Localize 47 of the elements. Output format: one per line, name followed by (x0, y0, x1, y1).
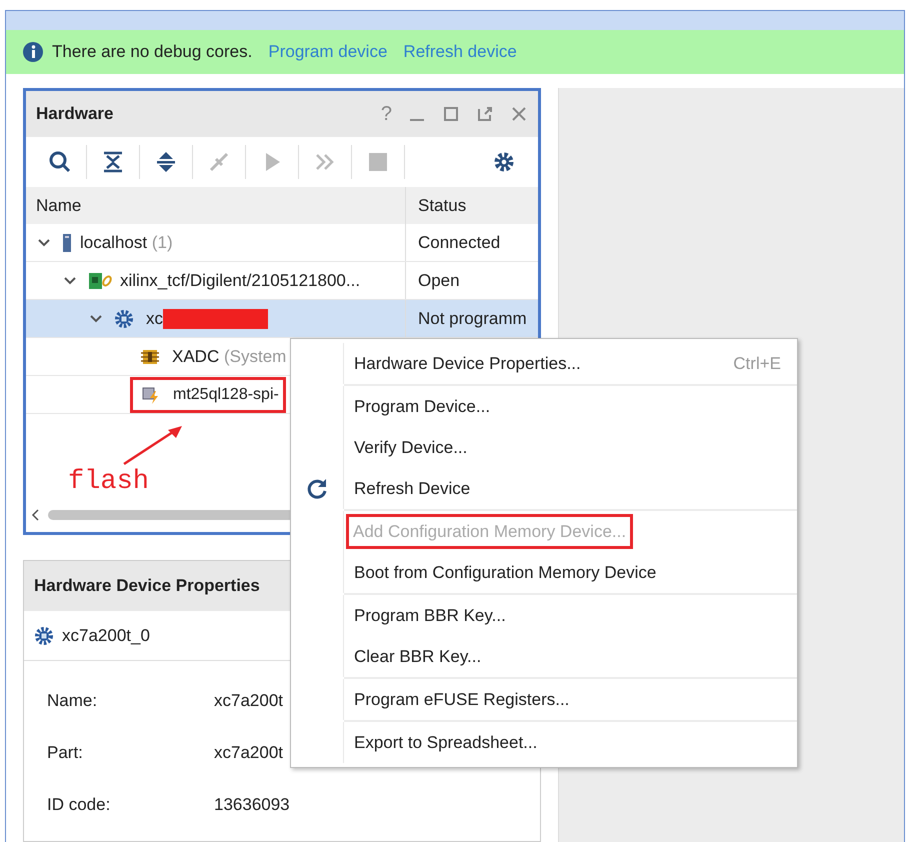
property-label: ID code: (47, 794, 112, 816)
tree-item-label[interactable]: mt25ql128-spi- (173, 382, 279, 406)
tree-row[interactable]: xc Not programm (26, 300, 538, 338)
status-text: Connected (417, 232, 500, 254)
annotation-label: flash (68, 466, 150, 499)
banner-message: There are no debug cores. (52, 41, 252, 64)
menu-item: Add Configuration Memory Device... (353, 522, 626, 541)
device-name: xc7a200t_0 (62, 624, 150, 647)
expand-all-icon (154, 150, 178, 174)
property-label: Name: (47, 690, 98, 712)
close-icon[interactable] (510, 105, 528, 123)
menu-item[interactable]: Program eFUSE Registers... (354, 686, 570, 712)
settings-icon (492, 150, 516, 174)
property-value: 13636093 (214, 794, 290, 816)
search-icon (48, 150, 72, 174)
panel-title: Hardware Device Properties (34, 575, 260, 598)
tree-item-label[interactable]: xilinx_tcf/Digilent/2105121800... (120, 268, 360, 294)
float-window-icon[interactable] (476, 105, 494, 123)
chip-icon (34, 626, 54, 646)
info-icon (22, 41, 44, 63)
panel-title: Hardware (36, 103, 114, 126)
shortcut-text: Ctrl+E (733, 352, 781, 375)
server-icon (62, 232, 72, 252)
board-icon (88, 270, 112, 290)
refresh-icon (305, 476, 329, 500)
scroll-left-icon[interactable] (30, 508, 40, 522)
tree-item-label[interactable]: XADC (System (172, 344, 286, 370)
property-value: xc7a200t (214, 742, 283, 764)
column-header: Name (36, 194, 82, 217)
menu-item[interactable]: Clear BBR Key... (354, 644, 482, 670)
menu-item[interactable]: Boot from Configuration Memory Device (354, 560, 656, 586)
tree-row[interactable]: localhost (1) Connected (26, 224, 538, 262)
tree-item-label[interactable]: xc (146, 306, 163, 332)
tree-item-label[interactable]: localhost (1) (80, 230, 173, 256)
menu-item[interactable]: Program BBR Key... (354, 602, 506, 628)
menu-item[interactable]: Export to Spreadsheet... (354, 730, 538, 756)
menu-item[interactable]: Refresh Device (354, 476, 470, 502)
stop-icon (366, 150, 390, 174)
status-text: Open (417, 270, 460, 292)
maximize-icon[interactable] (442, 105, 460, 123)
menu-item[interactable]: Verify Device... (354, 434, 468, 460)
plug-icon (207, 150, 231, 174)
property-value: xc7a200t (214, 690, 283, 712)
collapse-all-icon (101, 150, 125, 174)
status-text: Not programm (417, 308, 527, 330)
column-header: Status (417, 194, 466, 217)
property-label: Part: (47, 742, 84, 764)
